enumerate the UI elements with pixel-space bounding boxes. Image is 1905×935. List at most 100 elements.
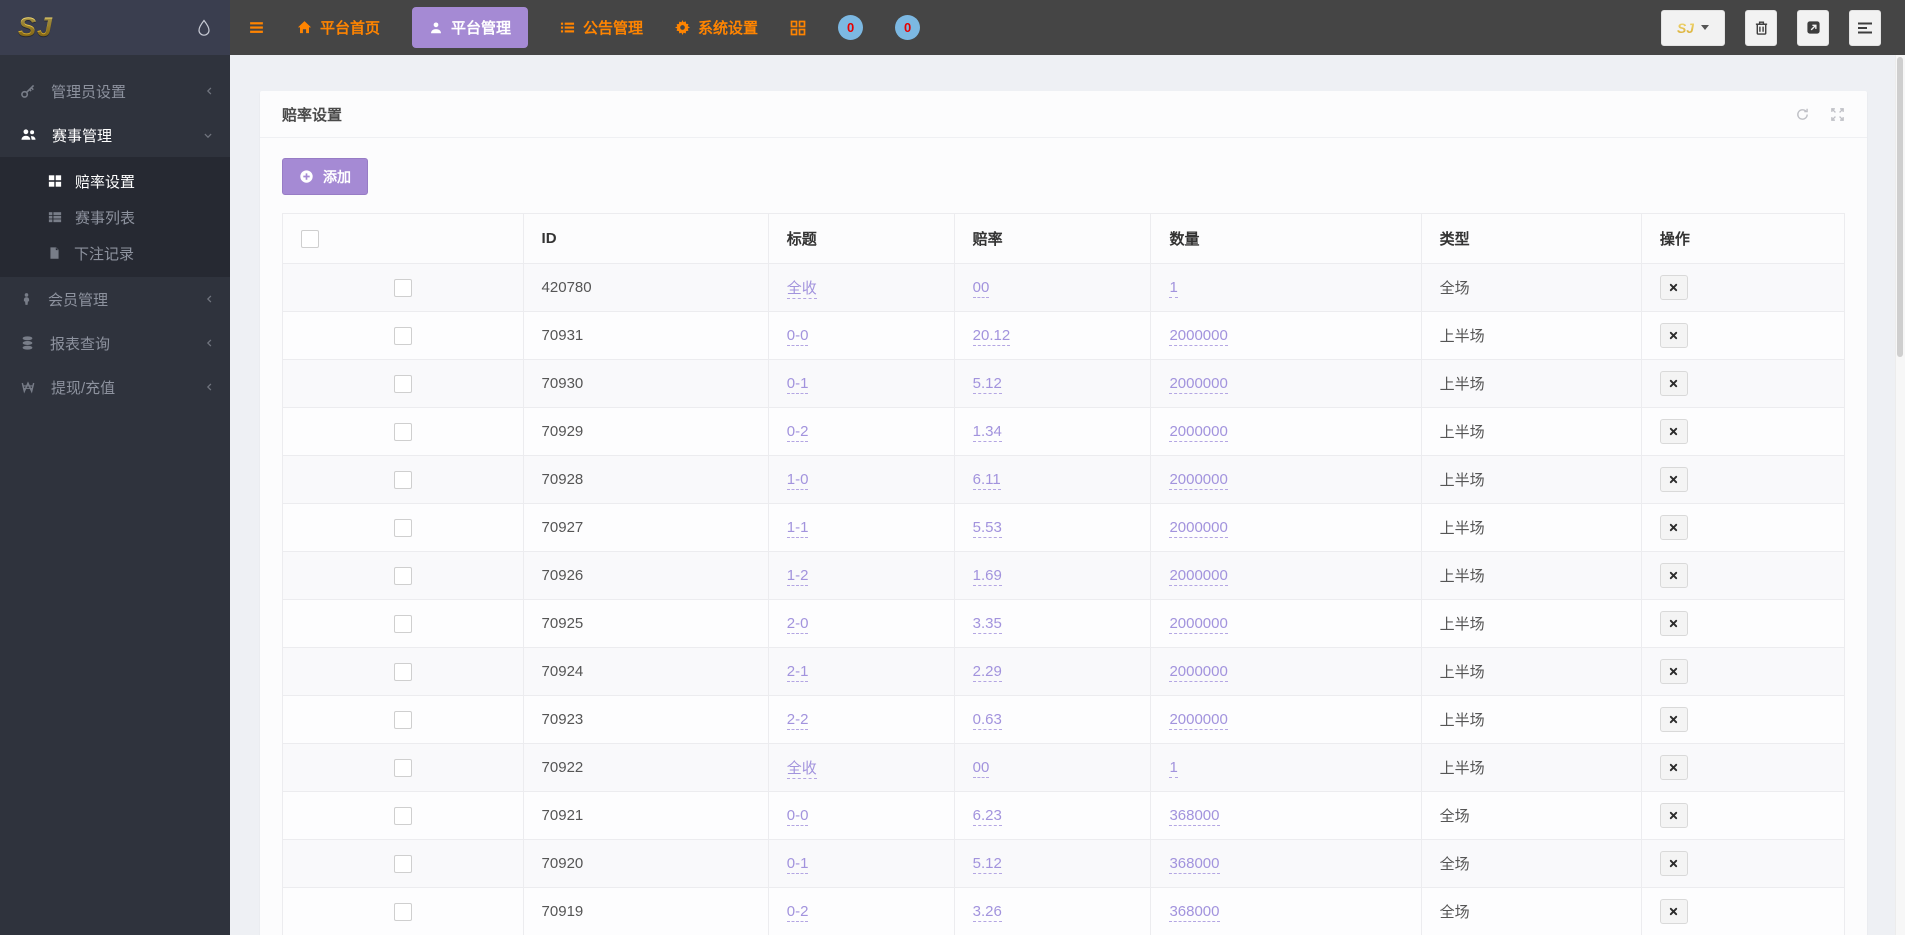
odds-edit-link[interactable]: 5.12 xyxy=(972,855,1002,874)
table-row: 70921 0-0 6.23 368000 全场 xyxy=(282,791,1846,840)
sidebar-item-bet-records[interactable]: 下注记录 xyxy=(0,235,230,271)
row-checkbox[interactable] xyxy=(393,470,412,489)
delete-row-button[interactable] xyxy=(1659,899,1688,924)
delete-row-button[interactable] xyxy=(1659,803,1688,828)
title-edit-link[interactable]: 全收 xyxy=(786,280,817,299)
quantity-edit-link[interactable]: 2000000 xyxy=(1169,711,1228,730)
odds-edit-link[interactable]: 20.12 xyxy=(972,327,1011,346)
nav-item-platform-manage[interactable]: 平台管理 xyxy=(412,7,529,48)
delete-row-button[interactable] xyxy=(1659,563,1688,588)
delete-row-button[interactable] xyxy=(1659,419,1688,444)
delete-row-button[interactable] xyxy=(1659,515,1688,540)
vertical-scrollbar[interactable] xyxy=(1895,55,1905,935)
row-checkbox[interactable] xyxy=(393,662,412,681)
table-row: 70924 2-1 2.29 2000000 上半场 xyxy=(282,647,1846,696)
sidebar-item-admin-settings[interactable]: 管理员设置 xyxy=(0,69,230,113)
quantity-edit-link[interactable]: 2000000 xyxy=(1169,519,1228,538)
quantity-edit-link[interactable]: 2000000 xyxy=(1169,327,1228,346)
row-checkbox[interactable] xyxy=(393,758,412,777)
quantity-edit-link[interactable]: 1 xyxy=(1169,279,1178,298)
row-checkbox[interactable] xyxy=(393,326,412,345)
apps-grid-icon[interactable] xyxy=(790,20,806,36)
delete-row-button[interactable] xyxy=(1659,755,1688,780)
title-edit-link[interactable]: 0-1 xyxy=(786,855,809,874)
sidebar-toggle-icon[interactable] xyxy=(248,19,265,36)
row-checkbox[interactable] xyxy=(393,422,412,441)
odds-edit-link[interactable]: 6.11 xyxy=(972,471,1001,490)
delete-row-button[interactable] xyxy=(1659,275,1688,300)
quantity-edit-link[interactable]: 2000000 xyxy=(1169,615,1228,634)
sidebar-item-report-query[interactable]: 报表查询 xyxy=(0,321,230,365)
row-checkbox[interactable] xyxy=(393,854,412,873)
settings-list-button[interactable] xyxy=(1849,9,1881,46)
select-all-checkbox[interactable] xyxy=(301,229,319,248)
odds-edit-link[interactable]: 0.63 xyxy=(972,711,1002,730)
delete-row-button[interactable] xyxy=(1659,707,1688,732)
odds-edit-link[interactable]: 1.69 xyxy=(972,567,1002,586)
user-menu-button[interactable]: SJ xyxy=(1661,9,1725,46)
refresh-icon[interactable] xyxy=(1795,107,1810,122)
row-checkbox[interactable] xyxy=(393,374,412,393)
delete-row-button[interactable] xyxy=(1659,323,1688,348)
delete-row-button[interactable] xyxy=(1659,611,1688,636)
odds-edit-link[interactable]: 2.29 xyxy=(972,663,1002,682)
delete-row-button[interactable] xyxy=(1659,659,1688,684)
title-edit-link[interactable]: 2-0 xyxy=(786,615,809,634)
odds-edit-link[interactable]: 1.34 xyxy=(972,423,1002,442)
odds-edit-link[interactable]: 3.26 xyxy=(972,903,1002,922)
odds-settings-card: 赔率设置 添加 ID 标题 赔率 数量 类型 操作 420780 全收 00 1… xyxy=(260,91,1867,935)
odds-edit-link[interactable]: 00 xyxy=(972,759,990,778)
quantity-edit-link[interactable]: 2000000 xyxy=(1169,663,1228,682)
odds-edit-link[interactable]: 3.35 xyxy=(972,615,1002,634)
title-edit-link[interactable]: 2-1 xyxy=(786,663,809,682)
quantity-edit-link[interactable]: 2000000 xyxy=(1169,471,1228,490)
sidebar-item-match-manage[interactable]: 赛事管理 xyxy=(0,113,230,157)
quantity-edit-link[interactable]: 368000 xyxy=(1169,903,1220,922)
odds-edit-link[interactable]: 5.12 xyxy=(972,375,1002,394)
row-checkbox[interactable] xyxy=(393,806,412,825)
title-edit-link[interactable]: 0-2 xyxy=(786,903,809,922)
odds-edit-link[interactable]: 6.23 xyxy=(972,807,1002,826)
sidebar-item-member-manage[interactable]: 会员管理 xyxy=(0,277,230,321)
quantity-edit-link[interactable]: 368000 xyxy=(1169,855,1220,874)
sidebar-item-odds-settings[interactable]: 赔率设置 xyxy=(0,163,230,199)
odds-edit-link[interactable]: 00 xyxy=(972,279,990,298)
title-edit-link[interactable]: 1-0 xyxy=(786,471,809,490)
scrollbar-thumb[interactable] xyxy=(1897,57,1903,357)
notification-badge-1[interactable]: 0 xyxy=(838,15,864,40)
add-button[interactable]: 添加 xyxy=(282,158,368,195)
title-edit-link[interactable]: 1-1 xyxy=(786,519,809,538)
delete-row-button[interactable] xyxy=(1659,467,1688,492)
title-edit-link[interactable]: 0-1 xyxy=(786,375,809,394)
fullscreen-button[interactable] xyxy=(1797,9,1829,46)
title-edit-link[interactable]: 0-0 xyxy=(786,807,809,826)
row-checkbox[interactable] xyxy=(393,518,412,537)
row-checkbox[interactable] xyxy=(393,566,412,585)
title-edit-link[interactable]: 2-2 xyxy=(786,711,809,730)
quantity-edit-link[interactable]: 1 xyxy=(1169,759,1178,778)
sidebar-item-withdraw-deposit[interactable]: 提现/充值 xyxy=(0,365,230,409)
row-checkbox[interactable] xyxy=(393,710,412,729)
quantity-edit-link[interactable]: 2000000 xyxy=(1169,423,1228,442)
row-checkbox[interactable] xyxy=(393,614,412,633)
quantity-edit-link[interactable]: 368000 xyxy=(1169,807,1220,826)
quantity-edit-link[interactable]: 2000000 xyxy=(1169,567,1228,586)
expand-icon[interactable] xyxy=(1830,107,1845,122)
trash-button[interactable] xyxy=(1745,9,1777,46)
row-checkbox[interactable] xyxy=(393,902,412,921)
nav-item-platform-home[interactable]: 平台首页 xyxy=(297,17,380,38)
title-edit-link[interactable]: 1-2 xyxy=(786,567,809,586)
title-edit-link[interactable]: 0-2 xyxy=(786,423,809,442)
nav-item-system-settings[interactable]: 系统设置 xyxy=(675,17,758,38)
title-edit-link[interactable]: 0-0 xyxy=(786,327,809,346)
delete-row-button[interactable] xyxy=(1659,851,1688,876)
delete-row-button[interactable] xyxy=(1659,371,1688,396)
notification-badge-2[interactable]: 0 xyxy=(895,15,921,40)
nav-item-announcement-manage[interactable]: 公告管理 xyxy=(560,17,643,38)
sidebar-item-match-list[interactable]: 赛事列表 xyxy=(0,199,230,235)
title-edit-link[interactable]: 全收 xyxy=(786,760,817,779)
odds-edit-link[interactable]: 5.53 xyxy=(972,519,1002,538)
row-checkbox[interactable] xyxy=(393,278,412,297)
table-row: 70920 0-1 5.12 368000 全场 xyxy=(282,839,1846,888)
quantity-edit-link[interactable]: 2000000 xyxy=(1169,375,1228,394)
